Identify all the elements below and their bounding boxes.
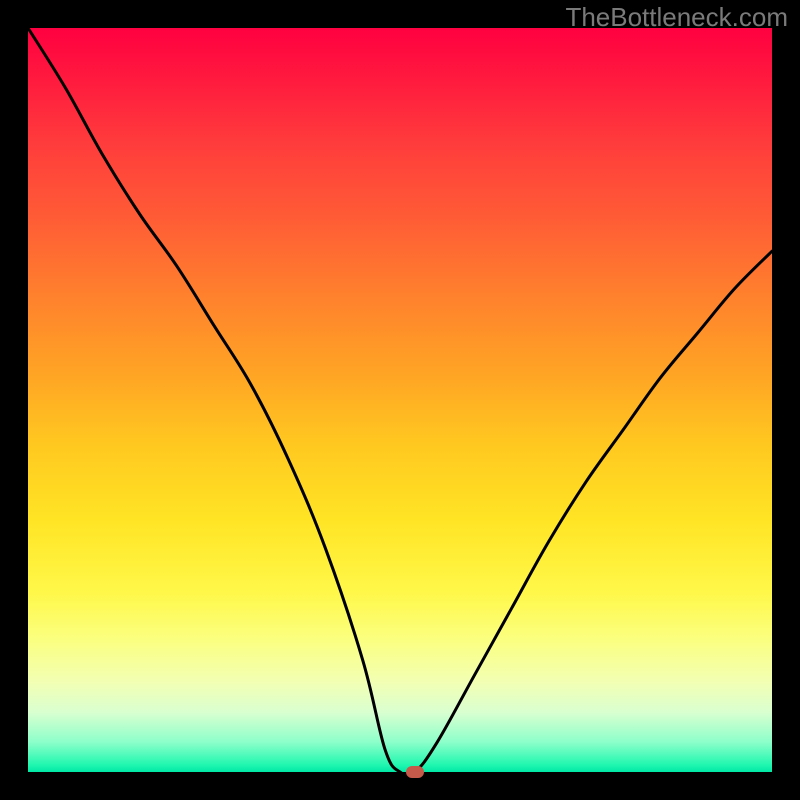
- watermark-text: TheBottleneck.com: [565, 2, 788, 33]
- chart-curve-svg: [28, 28, 772, 772]
- bottleneck-curve-path: [28, 28, 772, 772]
- chart-marker-dot: [406, 766, 424, 778]
- chart-plot-area: [28, 28, 772, 772]
